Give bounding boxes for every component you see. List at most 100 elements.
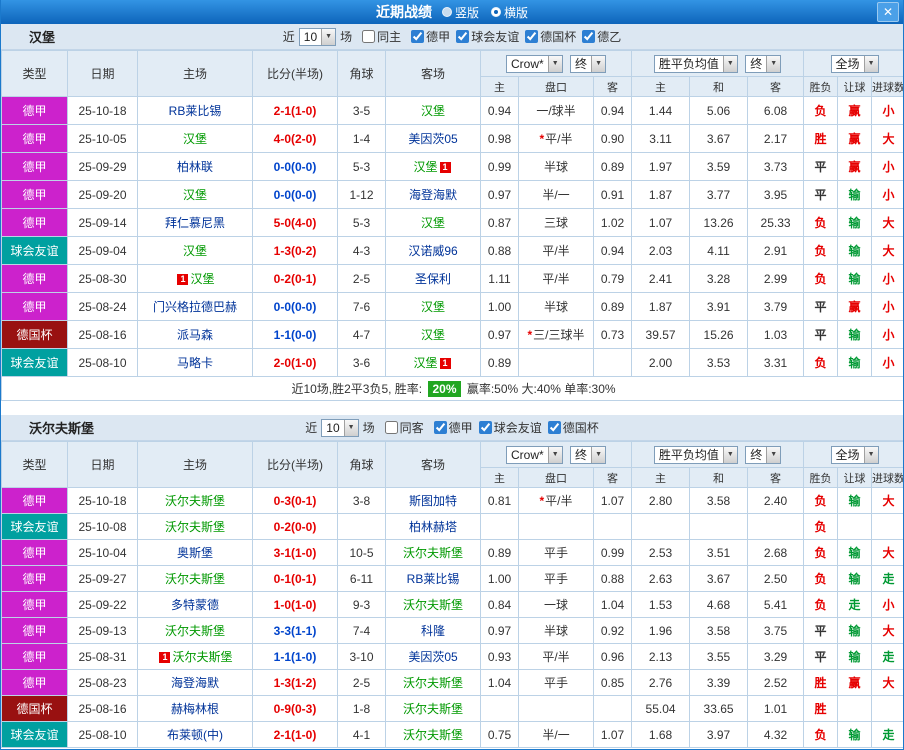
odds-stage-select[interactable]: 终▼ (570, 55, 606, 73)
date-cell: 25-10-18 (68, 97, 138, 125)
league-checkbox[interactable]: 球会友谊 (479, 419, 542, 436)
home-team-cell: 汉堡 (138, 125, 253, 153)
avg-stage-select[interactable]: 终▼ (745, 55, 781, 73)
match-type-cell: 球会友谊 (2, 349, 68, 377)
select-value: 胜平负均值 (659, 55, 719, 72)
home-team-cell: 奥斯堡 (138, 540, 253, 566)
col-header-away: 客场 (386, 51, 481, 97)
radio-icon (491, 7, 501, 17)
league-checkbox[interactable]: 德乙 (582, 28, 621, 45)
same-venue-checkbox[interactable]: 同主 (362, 28, 401, 45)
odds-company-select[interactable]: Crow*▼ (506, 446, 563, 464)
away-team-cell: 沃尔夫斯堡 (386, 696, 481, 722)
red-card-badge: 1 (440, 358, 451, 369)
odds-stage-select[interactable]: 终▼ (570, 446, 606, 464)
checkbox-label: 德乙 (597, 28, 621, 45)
match-row: 德甲25-08-23海登海默1-3(1-2)2-5沃尔夫斯堡1.04平手0.85… (2, 670, 904, 696)
league-checkbox[interactable]: 德甲 (411, 28, 450, 45)
checkbox-label: 球会友谊 (494, 419, 542, 436)
league-checkbox[interactable]: 德国杯 (525, 28, 576, 45)
sub-col-header: 主 (632, 468, 690, 488)
summary-cell: 近10场,胜2平3负5, 胜率: 20% 赢率:50% 大:40% 单率:30% (2, 377, 904, 401)
handicap-result-cell: 输 (838, 722, 872, 748)
checkbox-input[interactable] (456, 30, 469, 43)
col-header-score: 比分(半场) (253, 51, 338, 97)
same-venue-checkbox[interactable]: 同客 (385, 419, 424, 436)
avg-home-cell: 1.87 (632, 293, 690, 321)
score-cell: 0-9(0-3) (253, 696, 338, 722)
away-team-cell: 圣保利 (386, 265, 481, 293)
col-header-date: 日期 (68, 442, 138, 488)
checkbox-input[interactable] (362, 30, 375, 43)
checkbox-input[interactable] (411, 30, 424, 43)
league-checkbox[interactable]: 德甲 (434, 419, 473, 436)
match-type-cell: 德甲 (2, 97, 68, 125)
home-team-cell: 海登海默 (138, 670, 253, 696)
checkbox-input[interactable] (434, 421, 447, 434)
odds-away-cell: 0.96 (594, 644, 632, 670)
goals-result-cell: 大 (872, 540, 904, 566)
odds-home-cell: 0.93 (481, 644, 519, 670)
result-cell: 负 (804, 265, 838, 293)
match-count-select[interactable]: 10▼ (299, 28, 336, 46)
summary-text: 近10场,胜2平3负5, 胜率: (291, 382, 425, 396)
away-team-name: 柏林赫塔 (409, 520, 457, 534)
odds-company-select[interactable]: Crow*▼ (506, 55, 563, 73)
select-value: 胜平负均值 (659, 446, 719, 463)
corners-cell: 9-3 (338, 592, 386, 618)
close-button[interactable]: ✕ (877, 2, 899, 22)
select-value: Crow* (511, 57, 544, 71)
avg-home-cell: 1.68 (632, 722, 690, 748)
checkbox-input[interactable] (479, 421, 492, 434)
avg-away-cell: 4.32 (748, 722, 804, 748)
home-team-cell: 汉堡 (138, 237, 253, 265)
avg-home-cell: 2.53 (632, 540, 690, 566)
odds-home-cell: 0.89 (481, 349, 519, 377)
corners-cell: 1-8 (338, 696, 386, 722)
avg-type-select[interactable]: 胜平负均值▼ (654, 446, 738, 464)
home-team-name: 奥斯堡 (177, 546, 213, 560)
radio-label: 横版 (504, 4, 528, 21)
scope-select[interactable]: 全场▼ (831, 55, 879, 73)
scope-group-header: 全场▼ (804, 51, 904, 77)
away-team-cell: 沃尔夫斯堡 (386, 670, 481, 696)
league-checkbox[interactable]: 德国杯 (548, 419, 599, 436)
home-team-cell: 派马森 (138, 321, 253, 349)
away-team-cell: 汉堡1 (386, 349, 481, 377)
away-team-cell: 汉堡 (386, 209, 481, 237)
checkbox-input[interactable] (525, 30, 538, 43)
handicap-result-cell: 输 (838, 237, 872, 265)
layout-option-vertical[interactable]: 竖版 (442, 4, 479, 21)
away-team-name: 美因茨05 (408, 132, 457, 146)
match-row: 德甲25-10-05汉堡4-0(2-0)1-4美因茨050.98*平/半0.90… (2, 125, 904, 153)
section-header-bar: 汉堡 近 10▼ 场 同主 德甲球会友谊德国杯德乙 (1, 24, 903, 50)
checkbox-input[interactable] (548, 421, 561, 434)
select-value: 终 (750, 55, 762, 72)
match-row: 球会友谊25-08-10马略卡2-0(1-0)3-6汉堡10.892.003.5… (2, 349, 904, 377)
date-cell: 25-08-23 (68, 670, 138, 696)
recent-label: 近 (283, 28, 295, 45)
odds-home-cell: 1.04 (481, 670, 519, 696)
avg-home-cell: 2.41 (632, 265, 690, 293)
result-cell: 负 (804, 349, 838, 377)
scope-select[interactable]: 全场▼ (831, 446, 879, 464)
home-team-name: 沃尔夫斯堡 (165, 572, 225, 586)
league-checkbox[interactable]: 球会友谊 (456, 28, 519, 45)
scope-group-header: 全场▼ (804, 442, 904, 468)
score-cell: 3-3(1-1) (253, 618, 338, 644)
avg-draw-cell: 4.11 (690, 237, 748, 265)
home-team-name: 布莱顿(中) (167, 728, 223, 742)
avg-type-select[interactable]: 胜平负均值▼ (654, 55, 738, 73)
home-team-cell: 门兴格拉德巴赫 (138, 293, 253, 321)
red-card-badge: 1 (159, 652, 170, 663)
checkbox-input[interactable] (385, 421, 398, 434)
layout-option-horizontal[interactable]: 横版 (491, 4, 528, 21)
match-type-cell: 德甲 (2, 540, 68, 566)
checkbox-input[interactable] (582, 30, 595, 43)
away-team-name: 沃尔夫斯堡 (403, 546, 463, 560)
checkbox-label: 同主 (377, 28, 401, 45)
col-header-type: 类型 (2, 442, 68, 488)
avg-stage-select[interactable]: 终▼ (745, 446, 781, 464)
summary-text: 赢率:50% 大:40% 单率:30% (464, 382, 616, 396)
match-count-select[interactable]: 10▼ (321, 419, 358, 437)
